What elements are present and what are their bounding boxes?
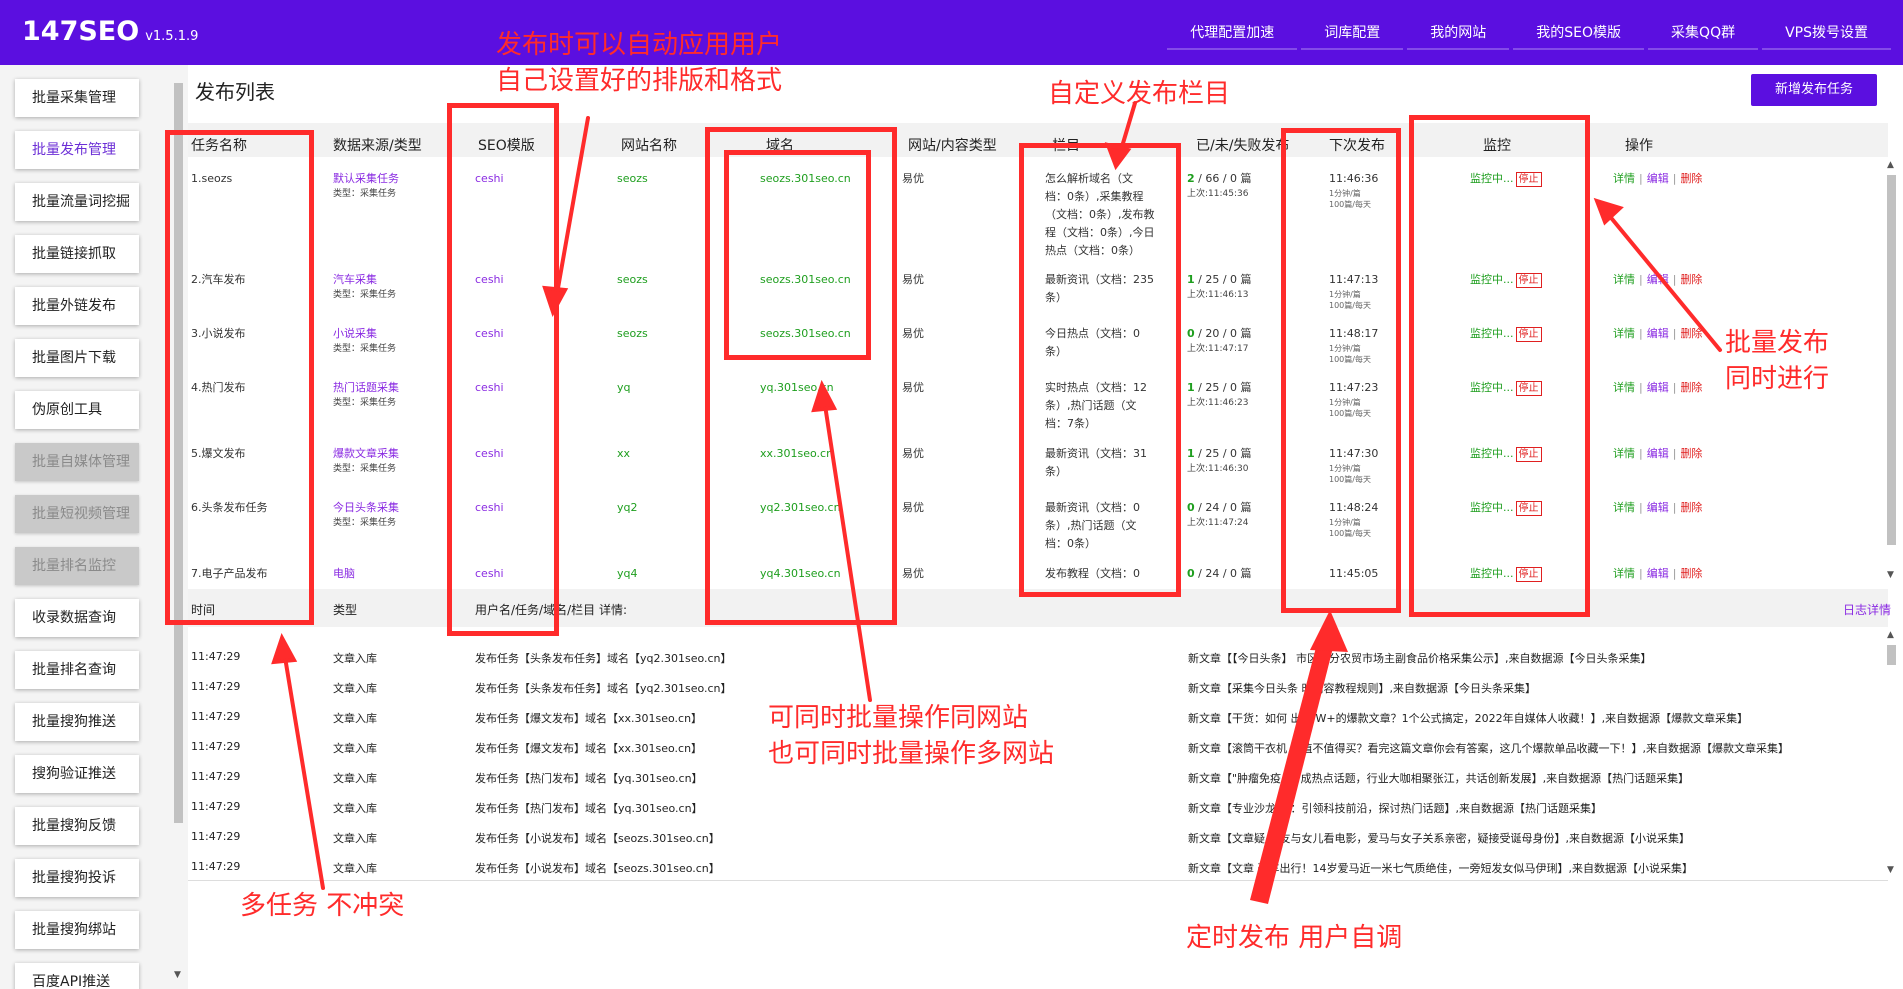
arrow-to-tasks bbox=[281, 643, 325, 890]
annotation-auto-format-line1: 发布时可以自动应用用户 bbox=[496, 30, 783, 60]
arrow-head-category bbox=[1104, 142, 1132, 171]
annotation-multi-task: 多任务 不冲突 bbox=[240, 891, 405, 921]
arrow-to-monitor bbox=[1601, 206, 1722, 352]
annotation-multi-site-line2: 也可同时批量操作多网站 bbox=[768, 739, 1055, 769]
annotation-batch-publish-line1: 批量发布 bbox=[1725, 328, 1830, 358]
arrow-to-template bbox=[553, 116, 590, 307]
annotation-arrows bbox=[271, 101, 1722, 904]
arrow-head-domain bbox=[811, 379, 838, 413]
annotation-custom-category: 自定义发布栏目 bbox=[1048, 79, 1231, 109]
annotation-multi-site: 可同时批量操作同网站 也可同时批量操作多网站 bbox=[768, 700, 1054, 772]
annotation-scheduled: 定时发布 用户自调 bbox=[1186, 923, 1403, 953]
app-root: 147SEO v1.5.1.9 代理配置加速 词库配置 我的网站 我的SEO模版 … bbox=[0, 0, 1903, 989]
annotation-batch-publish-line2: 同时进行 bbox=[1725, 364, 1830, 394]
arrow-head-next-publish bbox=[1310, 610, 1348, 652]
arrow-to-domain bbox=[821, 390, 872, 702]
arrow-head-template bbox=[542, 285, 569, 317]
arrow-head-tasks bbox=[271, 633, 298, 665]
annotation-multi-site-line1: 可同时批量操作同网站 bbox=[768, 703, 1029, 733]
arrow-to-next-publish bbox=[1250, 632, 1336, 904]
annotation-batch-publish: 批量发布 同时进行 bbox=[1725, 325, 1829, 397]
arrow-head-monitor bbox=[1593, 197, 1624, 226]
annotation-auto-format-line2: 自己设置好的排版和格式 bbox=[496, 66, 783, 96]
annotation-auto-format: 发布时可以自动应用用户 自己设置好的排版和格式 bbox=[496, 27, 782, 99]
